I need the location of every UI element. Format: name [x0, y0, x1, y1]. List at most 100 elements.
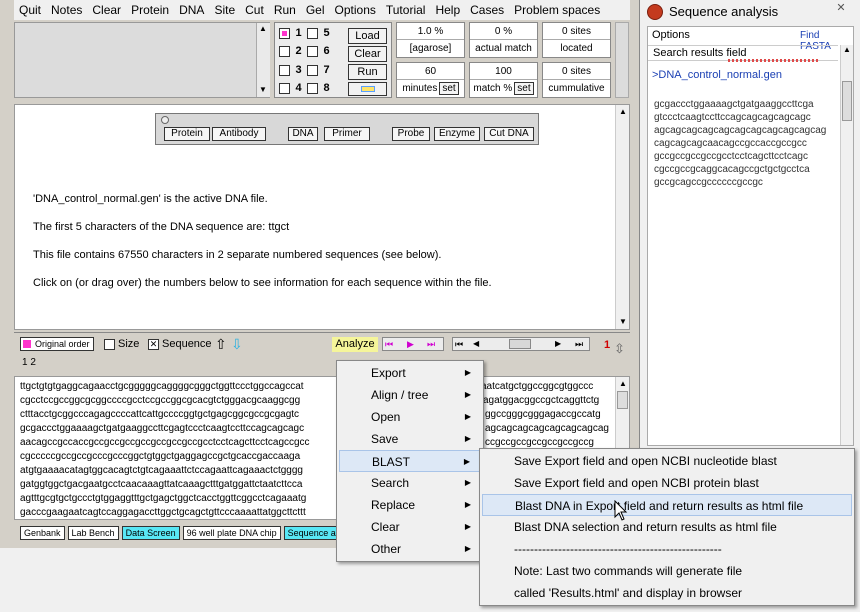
minutes-set-button[interactable]: set	[439, 82, 459, 95]
seq-line: atgtgaaaacatagtggcacagtctgtcagaaattctcca…	[20, 465, 303, 476]
tool-probe-button[interactable]: Probe	[392, 127, 430, 141]
tab-genbank[interactable]: Genbank	[20, 526, 65, 540]
lane-3-checkbox[interactable]	[279, 64, 290, 76]
tool-protein-button[interactable]: Protein	[164, 127, 210, 141]
scroll-thumb[interactable]	[842, 81, 852, 121]
tab-sequence-analysis[interactable]: Sequence a	[283, 526, 340, 540]
top-scrollbar[interactable]	[615, 22, 629, 98]
menu-help[interactable]: Help	[430, 3, 465, 17]
gel-preview-scrollbar[interactable]: ▲ ▼	[256, 23, 270, 97]
play-icon[interactable]: ▶	[407, 339, 414, 350]
seq-line: aacagccgccaccgccgccgccgccgccgccgccgcctcc…	[20, 437, 310, 448]
data-screen-scrollbar[interactable]: ▲ ▼	[615, 105, 629, 329]
sequence-horizontal-scroll[interactable]: ⏮ ◀ ▶ ⏭	[452, 337, 590, 351]
scroll-down-icon[interactable]: ▼	[619, 317, 627, 326]
scroll-up-icon[interactable]: ▲	[619, 107, 627, 116]
menu-tutorial[interactable]: Tutorial	[381, 3, 431, 17]
menu-protein[interactable]: Protein	[126, 3, 174, 17]
palette-close-icon[interactable]	[161, 116, 169, 124]
menu-item-save[interactable]: Save ▶	[339, 428, 481, 450]
size-checkbox[interactable]	[104, 338, 115, 350]
instructions-text: Click on (or drag over) the numbers belo…	[33, 277, 492, 289]
menu-cut[interactable]: Cut	[240, 3, 269, 17]
tool-cut-dna-button[interactable]: Cut DNA	[484, 127, 534, 141]
lane-5-checkbox[interactable]	[307, 27, 318, 39]
menu-options[interactable]: Options	[330, 3, 381, 17]
lane-8-checkbox[interactable]	[307, 82, 318, 94]
scroll-down-icon[interactable]: ▼	[259, 85, 267, 94]
menu-item-replace[interactable]: Replace ▶	[339, 494, 481, 516]
first-icon[interactable]: ⏮	[385, 339, 393, 350]
app-icon	[647, 4, 663, 20]
tools-palette: Protein Antibody DNA Primer Probe Enzyme…	[155, 113, 539, 145]
menu-item-search[interactable]: Search ▶	[339, 472, 481, 494]
tool-primer-button[interactable]: Primer	[324, 127, 370, 141]
seq-line-right: agatggacggccgctcaggttctg	[483, 395, 600, 406]
tool-enzyme-button[interactable]: Enzyme	[434, 127, 480, 141]
menu-clear[interactable]: Clear	[87, 3, 126, 17]
scroll-right-icon[interactable]: ▶	[555, 339, 561, 348]
blast-export-html-item[interactable]: Blast DNA in Export field and return res…	[482, 494, 852, 516]
scroll-thumb[interactable]	[617, 391, 628, 409]
options-menu[interactable]: Options	[652, 29, 690, 41]
blast-nucleotide-item[interactable]: Save Export field and open NCBI nucleoti…	[482, 450, 852, 472]
lane-4-checkbox[interactable]	[279, 82, 290, 94]
analyze-button[interactable]: Analyze	[332, 337, 378, 352]
lane-2-checkbox[interactable]	[279, 45, 290, 57]
menu-item-blast[interactable]: BLAST ▶	[339, 450, 481, 472]
analysis-scrollbar[interactable]: ▲	[840, 45, 853, 445]
menu-problem-spaces[interactable]: Problem spaces	[509, 3, 605, 17]
menu-site[interactable]: Site	[209, 3, 240, 17]
last-icon[interactable]: ⏭	[427, 339, 435, 350]
menu-cases[interactable]: Cases	[465, 3, 509, 17]
menu-notes[interactable]: Notes	[46, 3, 87, 17]
minutes-value[interactable]: 60	[397, 63, 464, 80]
blast-protein-item[interactable]: Save Export field and open NCBI protein …	[482, 472, 852, 494]
match-percent-value[interactable]: 100	[470, 63, 537, 80]
close-icon[interactable]: ✕	[827, 0, 855, 16]
menu-item-other[interactable]: Other ▶	[339, 538, 481, 560]
tab-data-screen[interactable]: Data Screen	[121, 526, 180, 540]
load-button[interactable]: Load	[348, 28, 387, 44]
minutes-label: minutes	[402, 83, 438, 94]
lane-3-label: 3	[295, 64, 302, 76]
scroll-up-icon[interactable]: ▲	[619, 379, 627, 388]
blast-selection-html-item[interactable]: Blast DNA selection and return results a…	[482, 516, 852, 538]
menu-item-open[interactable]: Open ▶	[339, 406, 481, 428]
lane-6-checkbox[interactable]	[307, 45, 318, 57]
submenu-arrow-icon: ▶	[464, 478, 471, 487]
menu-run[interactable]: Run	[269, 3, 301, 17]
menu-item-align-tree[interactable]: Align / tree ▶	[339, 384, 481, 406]
scroll-up-icon[interactable]: ▲	[843, 45, 851, 54]
lane-1-checkbox[interactable]	[279, 27, 290, 39]
menu-gel[interactable]: Gel	[301, 3, 330, 17]
menu-item-clear[interactable]: Clear ▶	[339, 516, 481, 538]
scroll-last-icon[interactable]: ⏭	[575, 339, 583, 350]
expand-icon[interactable]: ⇳	[614, 341, 625, 357]
scroll-up-icon[interactable]: ▲	[259, 24, 267, 33]
run-button[interactable]: Run	[348, 64, 387, 80]
arrow-up-icon[interactable]: ⇧	[215, 336, 227, 353]
menu-dna[interactable]: DNA	[174, 3, 209, 17]
original-order-option[interactable]: Original order	[20, 337, 94, 351]
scroll-left-icon[interactable]: ◀	[473, 339, 479, 348]
tab-lab-bench[interactable]: Lab Bench	[67, 526, 119, 540]
agarose-value[interactable]: 1.0 %	[397, 23, 464, 40]
menu-quit[interactable]: Quit	[14, 3, 46, 17]
gel-image-button[interactable]	[348, 82, 387, 96]
sequence-numbers[interactable]: 1 2	[22, 357, 36, 368]
sequence-checkbox[interactable]: ✕	[148, 338, 159, 350]
menu-item-export[interactable]: Export ▶	[339, 362, 481, 384]
lane-7-checkbox[interactable]	[307, 64, 318, 76]
arrow-down-icon[interactable]: ⇩	[231, 336, 243, 353]
menu-item-label: Export	[371, 366, 406, 380]
menu-bar: Quit Notes Clear Protein DNA Site Cut Ru…	[14, 0, 630, 20]
tab-96-well-dna-chip[interactable]: 96 well plate DNA chip	[182, 526, 281, 540]
scroll-thumb[interactable]	[509, 339, 531, 349]
match-set-button[interactable]: set	[514, 82, 534, 95]
tool-dna-button[interactable]: DNA	[288, 127, 318, 141]
scroll-first-icon[interactable]: ⏮	[455, 339, 463, 350]
menu-item-label: Replace	[371, 498, 416, 512]
tool-antibody-button[interactable]: Antibody	[212, 127, 266, 141]
clear-gel-button[interactable]: Clear	[348, 46, 387, 62]
